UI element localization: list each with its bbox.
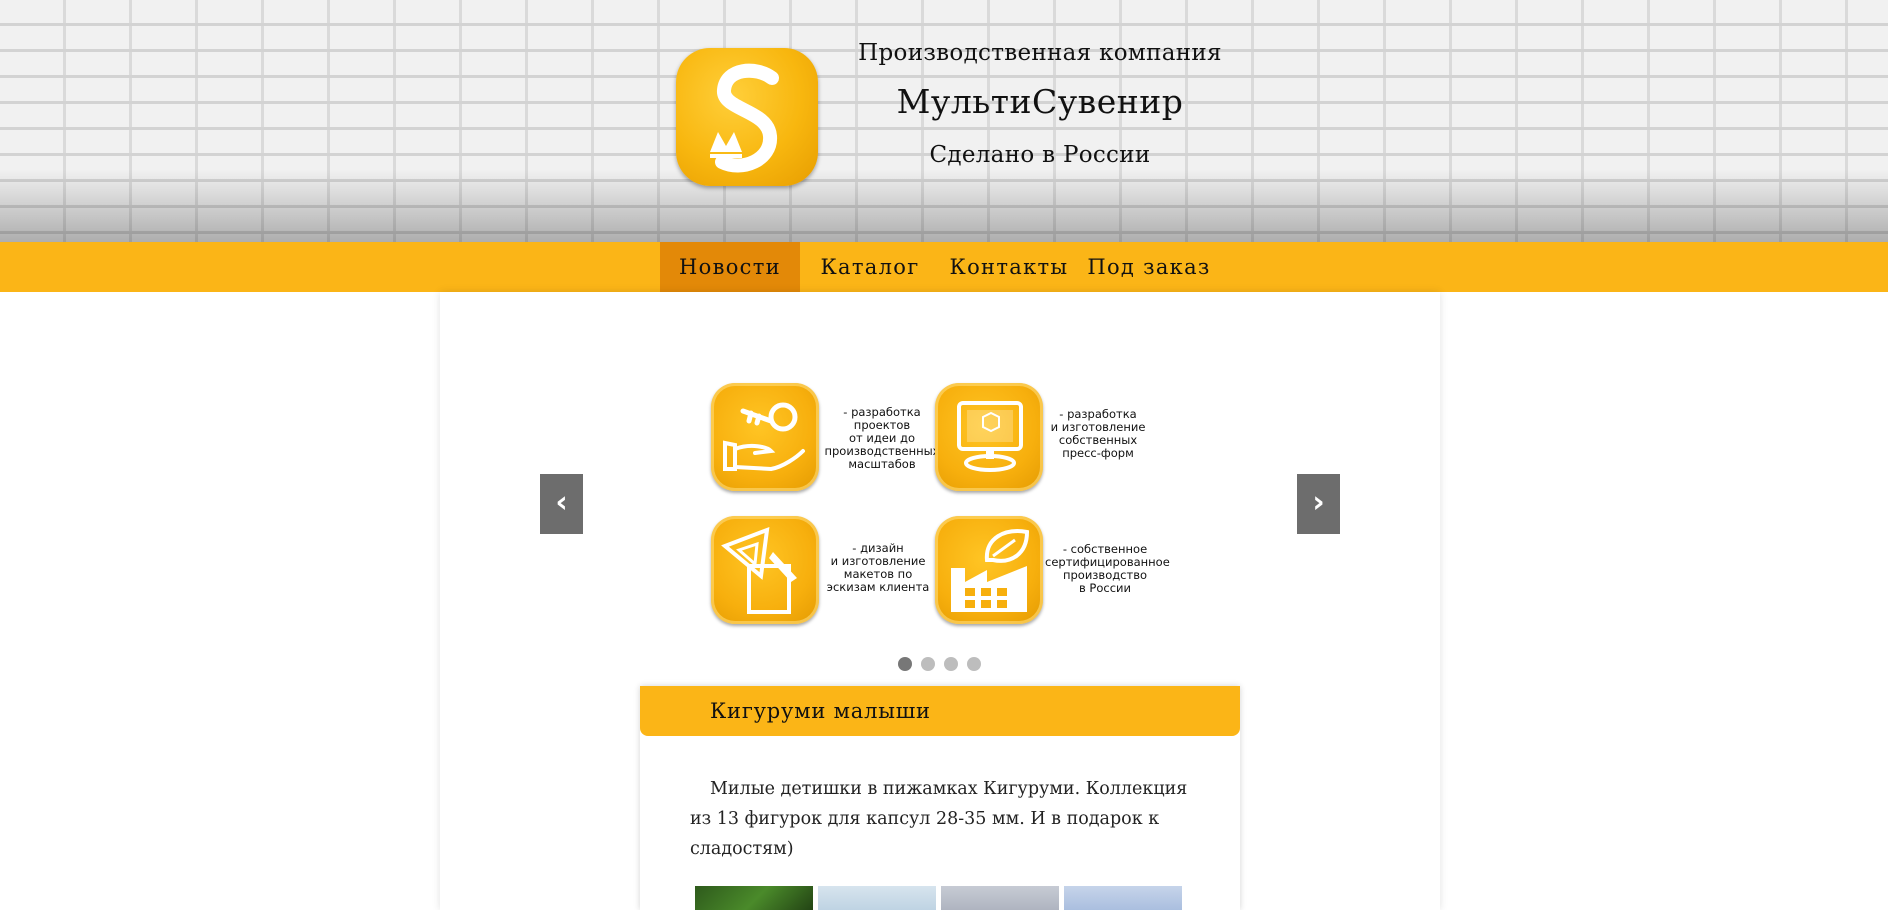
slider-dot-3[interactable] [944, 657, 958, 671]
factory-leaf-icon [935, 516, 1043, 624]
hand-key-icon [711, 383, 819, 491]
company-tagline: Производственная компания [858, 40, 1222, 66]
feature-text-design: - дизайн и изготовление макетов по эскиз… [826, 541, 930, 594]
monitor-icon [935, 383, 1043, 491]
news-thumbnail-1[interactable] [695, 886, 813, 910]
site-header: Производственная компания МультиСувенир … [0, 0, 1888, 242]
nav-item-news[interactable]: Новости [660, 242, 800, 292]
logo-s-icon [710, 63, 779, 173]
news-title[interactable]: Кигуруми малыши [710, 686, 931, 736]
nav-item-contacts[interactable]: Контакты [948, 242, 1070, 292]
slider-next-button[interactable]: › [1297, 474, 1340, 534]
news-thumbnail-4[interactable] [1064, 886, 1182, 910]
news-thumbnail-2[interactable] [818, 886, 936, 910]
feature-text-production: - собственное сертифицированное производ… [1045, 542, 1170, 595]
slider-dot-2[interactable] [921, 657, 935, 671]
news-text: Милые детишки в пижамках Кигуруми. Колле… [690, 779, 1188, 859]
nav-item-custom-order[interactable]: Под заказ [1086, 242, 1212, 292]
drafting-tools-icon [711, 516, 819, 624]
news-thumbnail-3[interactable] [941, 886, 1059, 910]
slider-dot-1[interactable] [898, 657, 912, 671]
news-card-header: Кигуруми малыши [640, 686, 1240, 736]
made-in-russia: Сделано в России [929, 142, 1151, 168]
company-logo[interactable] [676, 48, 818, 186]
feature-text-press-forms: - разработка и изготовление собственных … [1050, 407, 1146, 460]
slider-prev-button[interactable]: ‹ [540, 474, 583, 534]
feature-text-development: - разработка проектов от идеи до произво… [824, 405, 940, 471]
news-card: Кигуруми малыши Милые детишки в пижамках… [640, 686, 1240, 910]
nav-item-catalog[interactable]: Каталог [810, 242, 930, 292]
main-nav: Новости Каталог Контакты Под заказ [0, 242, 1888, 292]
slider-dot-4[interactable] [967, 657, 981, 671]
company-name: МультиСувенир [896, 82, 1184, 121]
